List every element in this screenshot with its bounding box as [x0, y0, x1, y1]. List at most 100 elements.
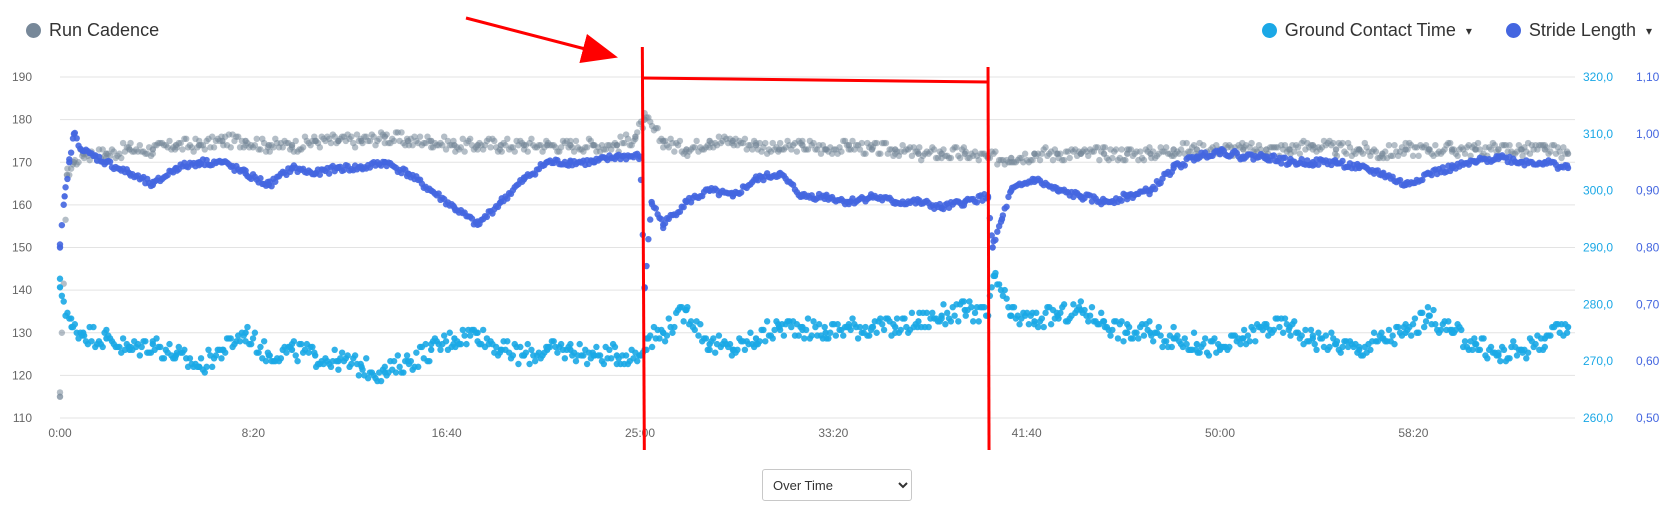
data-point	[671, 323, 678, 331]
data-point	[776, 326, 784, 334]
data-point	[142, 338, 149, 345]
data-point	[801, 335, 808, 342]
data-point	[1445, 318, 1452, 325]
data-point	[1240, 326, 1248, 334]
data-point	[1270, 326, 1278, 334]
data-point	[962, 312, 969, 319]
data-point	[56, 275, 64, 282]
data-point	[877, 315, 884, 322]
data-point	[88, 338, 95, 345]
data-point	[457, 340, 465, 348]
data-point	[201, 146, 208, 153]
data-point	[1118, 197, 1125, 204]
data-point	[1422, 318, 1430, 325]
data-point	[1506, 142, 1513, 149]
x-tick-label: 8:20	[242, 426, 266, 440]
data-point	[726, 340, 734, 348]
data-point	[1239, 335, 1246, 342]
data-point	[1081, 306, 1088, 314]
data-point	[942, 321, 949, 328]
data-point	[854, 335, 862, 342]
data-point	[1122, 156, 1129, 164]
data-point	[290, 338, 298, 345]
data-point	[56, 241, 64, 248]
data-point	[1075, 303, 1083, 311]
data-point	[153, 335, 160, 342]
data-point	[873, 329, 880, 336]
data-point	[197, 355, 205, 362]
data-point	[524, 148, 531, 155]
data-point	[175, 343, 182, 351]
data-point	[1098, 309, 1105, 317]
data-point	[461, 332, 468, 339]
data-point	[1040, 323, 1047, 331]
data-point	[1144, 326, 1151, 334]
data-point	[203, 363, 210, 371]
view-mode-select[interactable]: Over Time	[762, 469, 912, 501]
data-point	[1339, 157, 1346, 165]
data-point	[776, 139, 784, 147]
data-point	[802, 326, 810, 334]
data-point	[1472, 340, 1480, 348]
data-point	[1150, 338, 1157, 345]
data-point	[960, 298, 968, 305]
data-point	[546, 343, 554, 351]
data-point	[1270, 152, 1278, 159]
data-point	[810, 318, 817, 325]
data-point	[947, 318, 955, 325]
data-point	[426, 137, 433, 145]
data-point	[504, 135, 511, 143]
data-point	[749, 146, 756, 153]
data-point	[1283, 321, 1291, 328]
data-point	[407, 357, 414, 365]
data-point	[1190, 142, 1198, 149]
data-point	[1326, 343, 1333, 351]
data-point	[711, 349, 719, 356]
data-point	[687, 318, 695, 325]
data-point	[992, 236, 999, 244]
data-point	[877, 150, 884, 157]
data-point	[311, 349, 318, 356]
data-point	[810, 139, 817, 147]
data-point	[1432, 321, 1439, 328]
data-point	[1356, 343, 1363, 351]
data-point	[550, 338, 557, 345]
data-point	[1537, 335, 1545, 342]
data-point	[554, 349, 561, 356]
data-point	[1055, 315, 1062, 322]
data-point	[364, 375, 372, 382]
data-point	[856, 323, 864, 331]
data-point	[938, 315, 945, 322]
data-point	[64, 175, 71, 183]
data-point	[166, 137, 173, 145]
data-point	[309, 343, 316, 351]
data-point	[466, 135, 474, 143]
y-left-tick-label: 140	[12, 283, 32, 297]
data-point	[1411, 315, 1419, 322]
data-point	[654, 124, 661, 132]
data-point	[943, 309, 951, 317]
data-point	[1183, 139, 1190, 147]
data-point	[567, 340, 574, 348]
data-point	[1461, 150, 1469, 157]
data-point	[1510, 338, 1517, 345]
data-point	[331, 346, 338, 353]
data-point	[1409, 152, 1417, 160]
data-point	[897, 326, 904, 334]
data-point	[1476, 346, 1484, 353]
data-point	[294, 357, 301, 365]
data-point	[396, 363, 403, 371]
data-point	[80, 332, 88, 339]
data-point	[1101, 144, 1109, 151]
data-point	[1302, 326, 1309, 334]
data-point	[1374, 338, 1381, 345]
data-point	[413, 349, 420, 356]
data-point	[1159, 343, 1166, 351]
data-point	[446, 329, 453, 336]
annotation-hline	[642, 76, 989, 84]
data-point	[511, 148, 518, 155]
data-point	[880, 326, 888, 334]
data-point	[840, 332, 847, 339]
data-point	[611, 343, 619, 351]
data-point	[1454, 152, 1461, 160]
